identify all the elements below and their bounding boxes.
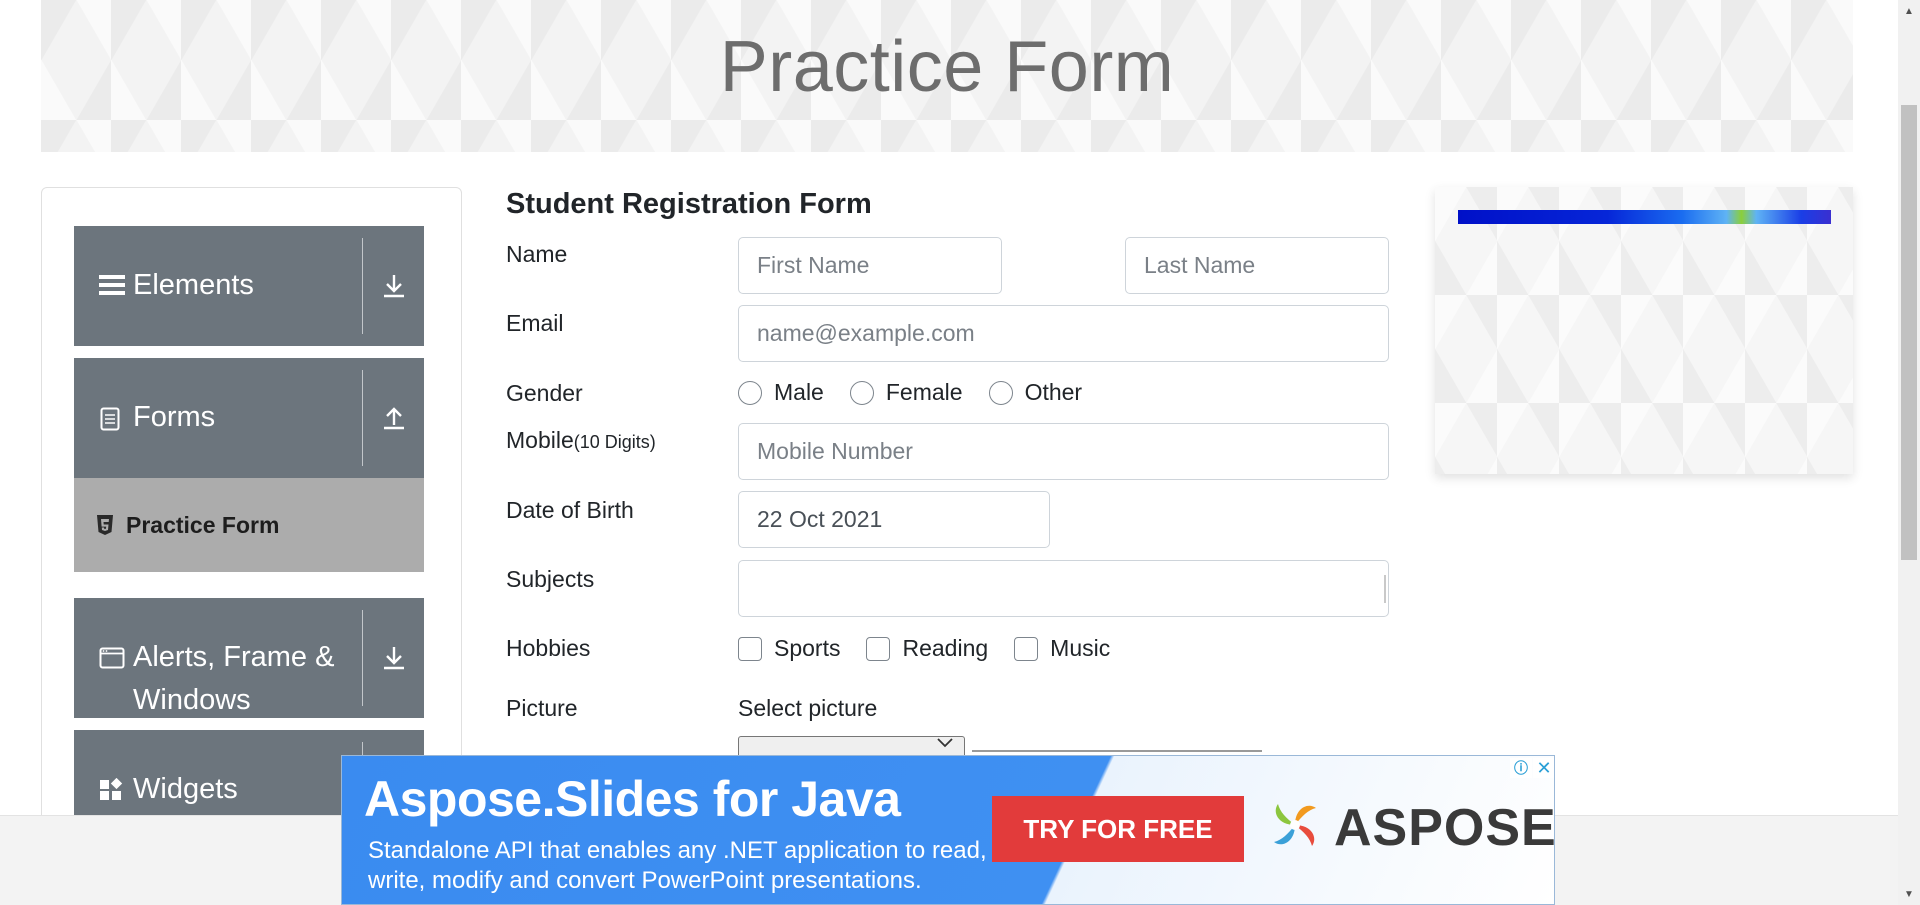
email-input[interactable] <box>738 305 1389 362</box>
ad-try-for-free-button[interactable]: TRY FOR FREE <box>992 796 1244 862</box>
download-arrow-icon[interactable] <box>379 271 409 301</box>
email-label: Email <box>506 310 564 336</box>
picture-label: Picture <box>506 695 578 721</box>
browser-window-icon <box>99 646 125 670</box>
gender-male-label[interactable]: Male <box>774 379 824 406</box>
page-scrollbar[interactable]: ▲ ▼ <box>1898 0 1920 905</box>
hobby-sports-label[interactable]: Sports <box>774 635 840 662</box>
sidebar-group-elements[interactable]: Elements <box>74 226 424 346</box>
gender-male-radio[interactable] <box>738 380 762 405</box>
sidebar-group-label: Forms <box>133 401 216 433</box>
gender-radio-group: Male Female Other <box>738 379 1108 406</box>
hobby-music-checkbox[interactable] <box>1014 636 1039 661</box>
sidebar-item-label: Practice Form <box>126 511 280 538</box>
gender-label: Gender <box>506 380 583 406</box>
hobbies-label: Hobbies <box>506 635 591 661</box>
sidebar-group-forms[interactable]: Forms <box>74 358 424 478</box>
sidebar-panel: Elements Forms Practice Form Alerts, Fra… <box>41 187 462 827</box>
divider <box>362 238 363 334</box>
select-picture-label: Select picture <box>738 695 878 721</box>
mobile-label-text: Mobile <box>506 427 574 453</box>
hamburger-icon <box>99 272 125 298</box>
bottom-ad-banner[interactable]: Aspose.Slides for Java Standalone API th… <box>341 755 1555 905</box>
page-title: Practice Form <box>719 27 1175 107</box>
file-status-text <box>972 742 1272 754</box>
divider <box>362 370 363 466</box>
last-name-input[interactable] <box>1125 237 1389 294</box>
scrollbar-thumb[interactable] <box>1901 105 1917 560</box>
ad-title[interactable]: Aspose.Slides for Java <box>364 770 901 828</box>
aspose-logo-icon <box>1264 794 1326 856</box>
hobby-reading-label[interactable]: Reading <box>902 635 988 662</box>
html5-icon <box>96 514 116 536</box>
form-title: Student Registration Form <box>506 188 872 220</box>
hobby-music-label[interactable]: Music <box>1050 635 1110 662</box>
subjects-label: Subjects <box>506 566 595 592</box>
subjects-input-scroll-indicator <box>1384 575 1386 603</box>
side-ad-panel[interactable] <box>1435 187 1853 474</box>
gender-female-radio[interactable] <box>849 380 874 405</box>
date-of-birth-label: Date of Birth <box>506 497 634 523</box>
first-name-input[interactable] <box>738 237 1002 294</box>
download-arrow-icon[interactable] <box>379 643 409 673</box>
hobby-reading-checkbox[interactable] <box>866 636 891 661</box>
mobile-hint: (10 Digits) <box>573 432 656 452</box>
page-header-banner: Practice Form <box>41 0 1853 152</box>
info-icon[interactable]: ⓘ <box>1510 758 1532 778</box>
choose-file-button[interactable] <box>738 736 965 756</box>
gender-other-label[interactable]: Other <box>1025 379 1083 406</box>
mobile-label: Mobile(10 Digits) <box>506 427 656 454</box>
ad-description: Standalone API that enables any .NET app… <box>368 837 987 894</box>
scroll-down-arrow-icon[interactable]: ▼ <box>1898 883 1920 905</box>
page: Practice Form Elements Forms Practice Fo… <box>0 0 1920 905</box>
chevron-down-icon <box>935 736 955 750</box>
close-icon[interactable]: ✕ <box>1533 758 1554 778</box>
sidebar-item-practice-form[interactable]: Practice Form <box>74 478 424 572</box>
gender-female-label[interactable]: Female <box>886 379 963 406</box>
divider <box>362 610 363 706</box>
upload-arrow-icon[interactable] <box>379 403 409 433</box>
mobile-number-input[interactable] <box>738 423 1389 480</box>
date-of-birth-input[interactable] <box>738 491 1050 548</box>
sidebar-group-label-line2: Windows <box>133 684 251 716</box>
sidebar-group-label: Alerts, Frame & Windows <box>133 636 334 722</box>
hobbies-checkbox-group: Sports Reading Music <box>738 635 1136 662</box>
gender-other-radio[interactable] <box>988 380 1013 405</box>
widgets-icon <box>99 778 123 802</box>
hobby-sports-checkbox[interactable] <box>738 636 762 661</box>
subjects-input[interactable] <box>738 560 1389 617</box>
side-ad-banner-strip[interactable] <box>1458 210 1831 224</box>
scroll-up-arrow-icon[interactable]: ▲ <box>1898 0 1920 22</box>
ad-brand: ASPOSE <box>1334 799 1555 857</box>
sidebar-group-label-line1: Alerts, Frame & <box>133 641 335 673</box>
document-icon <box>99 406 121 432</box>
name-label: Name <box>506 241 568 267</box>
sidebar-group-label: Widgets <box>133 773 238 805</box>
sidebar-group-alerts-frame-windows[interactable]: Alerts, Frame & Windows <box>74 598 424 718</box>
sidebar-group-label: Elements <box>133 269 254 301</box>
